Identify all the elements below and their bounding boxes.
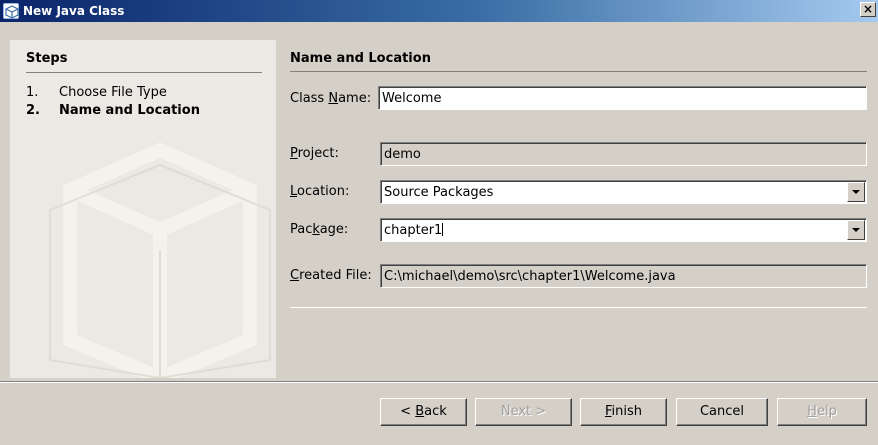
project-field: demo: [380, 142, 867, 166]
step-name-and-location: 2. Name and Location: [26, 103, 200, 118]
help-button[interactable]: Help: [777, 398, 867, 426]
form-heading: Name and Location: [290, 51, 431, 66]
button-bar-divider: [0, 381, 878, 383]
created-file-label: Created File:: [290, 268, 372, 283]
new-java-class-dialog: New Java Class × Steps 1. Choose File Typ…: [0, 0, 878, 445]
back-button[interactable]: < Back: [380, 398, 467, 426]
step-label: Name and Location: [59, 103, 200, 118]
location-combo[interactable]: Source Packages: [380, 180, 867, 204]
package-combo[interactable]: chapter1: [380, 218, 867, 242]
close-button[interactable]: ×: [860, 2, 876, 17]
netbeans-cube-icon: [3, 3, 19, 19]
form-divider: [290, 71, 867, 72]
steps-panel: Steps 1. Choose File Type 2. Name and Loca…: [10, 40, 276, 378]
window-title: New Java Class: [23, 4, 125, 18]
created-file-field: C:\michael\demo\src\chapter1\Welcome.jav…: [380, 264, 867, 288]
chevron-down-icon[interactable]: [847, 220, 865, 240]
step-label: Choose File Type: [59, 85, 167, 100]
step-number: 1.: [26, 85, 39, 100]
form-bottom-divider: [290, 307, 867, 308]
location-label: Location:: [290, 184, 350, 199]
finish-button[interactable]: Finish: [580, 398, 667, 426]
title-bar: New Java Class ×: [0, 0, 878, 22]
step-choose-file-type: 1. Choose File Type: [26, 85, 167, 100]
next-button[interactable]: Next >: [475, 398, 572, 426]
class-name-field[interactable]: Welcome: [378, 86, 867, 110]
project-label: Project:: [290, 146, 339, 161]
steps-divider: [26, 72, 262, 73]
step-number: 2.: [26, 103, 40, 118]
steps-heading: Steps: [26, 51, 68, 66]
package-label: Package:: [290, 222, 349, 237]
text-caret: [442, 223, 444, 236]
chevron-down-icon[interactable]: [847, 182, 865, 202]
cancel-button[interactable]: Cancel: [676, 398, 768, 426]
class-name-label: Class Name:: [290, 91, 372, 106]
